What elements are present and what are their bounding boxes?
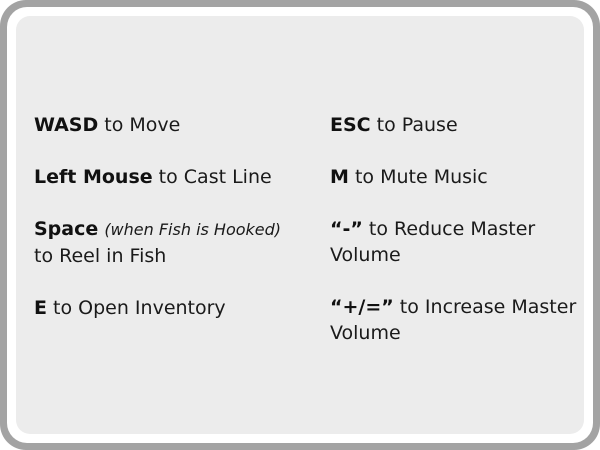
controls-dialog-frame: WASD to Move Left Mouse to Cast Line Spa… bbox=[0, 0, 600, 450]
control-key: M bbox=[330, 166, 349, 188]
control-key: WASD bbox=[34, 114, 99, 136]
control-key: Left Mouse bbox=[34, 166, 153, 188]
control-reduce-volume: “-” to Reduce Master Volume bbox=[330, 216, 580, 268]
control-key: Space bbox=[34, 218, 99, 240]
control-move: WASD to Move bbox=[34, 112, 324, 138]
control-pause: ESC to Pause bbox=[330, 112, 580, 138]
controls-column-right: ESC to Pause M to Mute Music “-” to Redu… bbox=[330, 112, 580, 372]
controls-dialog-border: WASD to Move Left Mouse to Cast Line Spa… bbox=[7, 7, 593, 443]
control-mute-music: M to Mute Music bbox=[330, 164, 580, 190]
control-key: E bbox=[34, 297, 47, 319]
control-key: “-” bbox=[330, 218, 363, 240]
control-increase-volume: “+/=” to Increase Master Volume bbox=[330, 294, 580, 346]
control-action: to Pause bbox=[370, 114, 458, 136]
control-action: to Mute Music bbox=[348, 166, 488, 188]
control-key: ESC bbox=[330, 114, 371, 136]
control-inventory: E to Open Inventory bbox=[34, 295, 324, 321]
control-note: (when Fish is Hooked) bbox=[104, 220, 282, 239]
control-action: to Cast Line bbox=[152, 166, 272, 188]
control-action: to Reel in Fish bbox=[34, 245, 167, 267]
control-reel-in: Space (when Fish is Hooked) to Reel in F… bbox=[34, 216, 324, 269]
control-cast-line: Left Mouse to Cast Line bbox=[34, 164, 324, 190]
control-action: to Open Inventory bbox=[46, 297, 226, 319]
control-key: “+/=” bbox=[330, 296, 394, 318]
controls-column-left: WASD to Move Left Mouse to Cast Line Spa… bbox=[34, 112, 324, 347]
controls-panel: WASD to Move Left Mouse to Cast Line Spa… bbox=[16, 16, 584, 434]
control-action: to Move bbox=[98, 114, 181, 136]
